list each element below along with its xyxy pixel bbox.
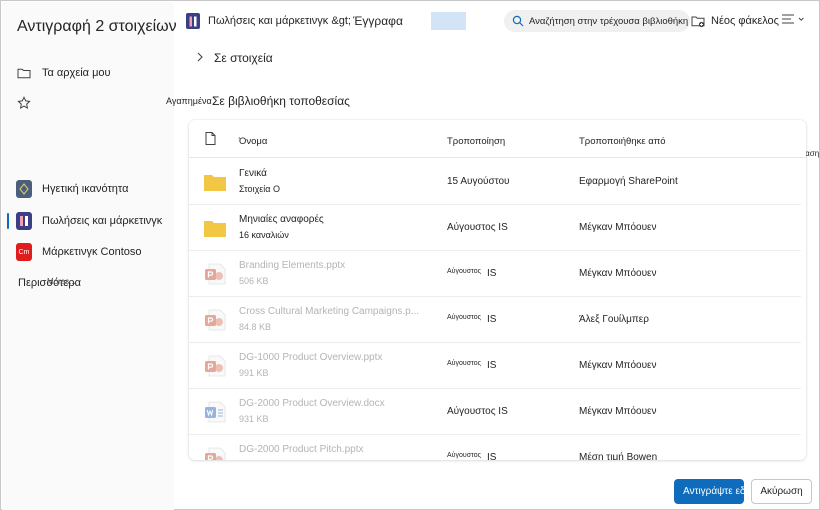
row-detail: 84.8 KB: [239, 322, 272, 332]
row-modified: Αύγουστος IS: [447, 222, 508, 233]
sidebar-item-my-files[interactable]: Τα αρχεία μου: [2, 60, 174, 86]
sidebar-item-label: Τα αρχεία μου: [42, 67, 111, 79]
sidebar-item-label: Ηγετική ικανότητα: [42, 183, 129, 195]
row-name: Μηνιαίες αναφορές: [239, 214, 324, 225]
table-row: DG-2000 Product Pitch.pptx Αύγουστος IS Μέσ…: [189, 435, 801, 460]
cancel-button[interactable]: Ακύρωση: [751, 479, 812, 504]
copy-here-button[interactable]: Αντιγράψτε εδώ: [674, 479, 744, 504]
view-options-button[interactable]: [781, 12, 805, 30]
powerpoint-file-icon: [203, 355, 227, 377]
row-modified: 15 Αυγούστου: [447, 176, 510, 187]
column-header-name[interactable]: Όνομα: [239, 136, 267, 147]
row-modified-by: Εφαρμογή SharePoint: [579, 176, 678, 187]
row-modified-value: IS: [486, 452, 497, 460]
site-tile-icon: Cm: [16, 243, 32, 261]
row-modified-by: Μέγκαν Μπόουεν: [579, 406, 657, 417]
sidebar-item-label: Μάρκετινγκ Contoso: [42, 246, 142, 258]
row-modified-value: Αύγουστος IS: [447, 222, 508, 233]
powerpoint-file-icon: [203, 447, 227, 460]
powerpoint-file-icon: [203, 309, 227, 331]
row-modified-value: IS: [486, 314, 497, 325]
row-detail: 506 KB: [239, 276, 269, 286]
column-header-modified[interactable]: Τροποποίηση: [447, 136, 505, 147]
new-folder-button[interactable]: Νέος φάκελος: [691, 11, 779, 31]
row-name: DG-1000 Product Overview.pptx: [239, 352, 383, 363]
folder-icon: [203, 171, 227, 193]
chevron-right-icon: [196, 51, 204, 65]
file-type-icon: [205, 132, 216, 148]
breadcrumb-site-label: Πωλήσεις και μάρκετινγκ &gt;: [208, 15, 351, 27]
column-header-modified-by[interactable]: Τροποποιήθηκε από: [579, 136, 666, 147]
file-list-header: Όνομα Τροποποίηση Τροποποιήθηκε από: [189, 120, 806, 158]
row-detail: 931 KB: [239, 414, 269, 424]
powerpoint-file-icon: [203, 263, 227, 285]
sidebar-item-favorites[interactable]: [2, 90, 174, 116]
items-expander[interactable]: Σε στοιχεία: [196, 50, 273, 66]
row-name: Γενικά: [239, 168, 267, 179]
table-row: Branding Elements.pptx 506 KB Αύγουστος IS Μ…: [189, 251, 801, 297]
row-modified-by: Άλεξ Γουίλμπερ: [579, 314, 649, 325]
search-input[interactable]: Αναζήτηση στην τρέχουσα βιβλιοθήκη: [504, 10, 690, 32]
table-row: DG-2000 Product Overview.docx 931 KB Αύγου…: [189, 389, 801, 435]
more-overlap-text: Mores...: [47, 277, 76, 286]
sidebar-item-label: Πωλήσεις και μάρκετινγκ: [42, 215, 163, 227]
row-detail: 991 KB: [239, 368, 269, 378]
dialog-title: Αντιγραφή 2 στοιχείων: [17, 18, 177, 35]
row-modified: Αύγουστος IS: [447, 360, 496, 371]
row-modified-by: Μέγκαν Μπόουεν: [579, 360, 657, 371]
library-label: Σε βιβλιοθήκη τοποθεσίας: [212, 94, 350, 108]
file-list: Όνομα Τροποποίηση Τροποποιήθηκε από Γενι…: [189, 120, 806, 460]
row-modified-value: 15 Αυγούστου: [447, 176, 510, 187]
word-file-icon: [203, 401, 227, 423]
site-tile-icon: [186, 13, 200, 29]
copy-dialog: Αντιγραφή 2 στοιχείων Τα αρχεία μου Ηγετ…: [0, 0, 820, 510]
folder-add-icon: [691, 15, 705, 28]
row-name: Cross Cultural Marketing Campaigns.p...: [239, 306, 420, 317]
star-icon: [16, 95, 32, 111]
table-row[interactable]: Γενικά Στοιχεία Ο 15 Αυγούστου Εφαρμογή Sha…: [189, 159, 801, 205]
row-modified-by: Μέγκαν Μπόουεν: [579, 268, 657, 279]
table-row[interactable]: Μηνιαίες αναφορές 16 καναλιών Αύγουστος IS…: [189, 205, 801, 251]
row-modified-by: Μέγκαν Μπόουεν: [579, 222, 657, 233]
sidebar-item-contoso-marketing[interactable]: Cm Μάρκετινγκ Contoso: [2, 239, 174, 265]
sidebar: Αντιγραφή 2 στοιχείων Τα αρχεία μου Ηγετ…: [2, 2, 177, 510]
folder-icon: [203, 217, 227, 239]
row-modified-value: IS: [486, 360, 497, 371]
row-modified: Αύγουστος IS: [447, 314, 496, 325]
row-name: DG-2000 Product Overview.docx: [239, 398, 385, 409]
favorites-overlap-text: Αγαπημένα: [166, 96, 212, 106]
row-modified-month: Αύγουστος: [447, 452, 481, 459]
sidebar-item-sales-marketing[interactable]: Πωλήσεις και μάρκετινγκ: [2, 208, 174, 234]
breadcrumb-highlight: [431, 12, 466, 30]
breadcrumb-current[interactable]: Έγγραφα: [353, 10, 403, 32]
row-modified-value: Αύγουστος IS: [447, 406, 508, 417]
row-modified-by: Μέση τιμή Bowen: [579, 452, 658, 460]
row-modified-value: IS: [486, 268, 497, 279]
search-icon: [512, 15, 524, 27]
sidebar-item-leadership[interactable]: Ηγετική ικανότητα: [2, 176, 174, 202]
new-folder-label: Νέος φάκελος: [711, 15, 779, 27]
row-modified: Αύγουστος IS: [447, 268, 496, 279]
folder-icon: [16, 65, 32, 81]
row-name: Branding Elements.pptx: [239, 260, 346, 271]
breadcrumb-site[interactable]: Πωλήσεις και μάρκετινγκ &gt;: [186, 10, 351, 32]
table-row: Cross Cultural Marketing Campaigns.p... 8…: [189, 297, 801, 343]
site-tile-icon: [16, 180, 32, 198]
row-modified-month: Αύγουστος: [447, 360, 481, 367]
expander-label: Σε στοιχεία: [214, 51, 273, 65]
row-modified-month: Αύγουστος: [447, 314, 481, 321]
row-name: DG-2000 Product Pitch.pptx: [239, 444, 364, 455]
search-placeholder: Αναζήτηση στην τρέχουσα βιβλιοθήκη: [529, 15, 689, 27]
row-modified: Αύγουστος IS: [447, 452, 496, 460]
row-modified: Αύγουστος IS: [447, 406, 508, 417]
row-modified-month: Αύγουστος: [447, 268, 481, 275]
list-view-icon: [781, 12, 805, 30]
site-tile-icon: [16, 212, 32, 230]
row-detail: Στοιχεία Ο: [239, 184, 281, 194]
row-detail: 16 καναλιών: [239, 230, 289, 240]
table-row: DG-1000 Product Overview.pptx 991 KB Αύγου…: [189, 343, 801, 389]
